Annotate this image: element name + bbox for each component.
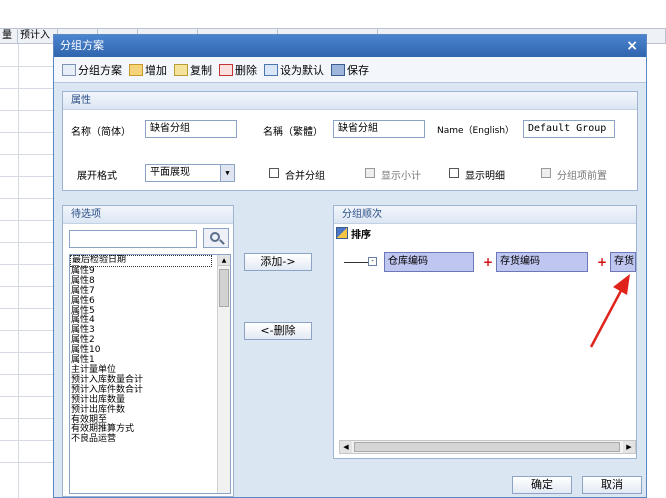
sort-icon [336,227,348,239]
table-icon [62,63,76,76]
scroll-up-icon[interactable]: ▲ [218,255,230,266]
grouping-order-header: 分组顺次 [334,206,636,224]
grid-line [0,88,56,89]
grid-line [0,440,56,441]
grid-line [0,374,56,375]
list-item[interactable]: 预计出库件数 [70,405,230,416]
toolbar-label: 增加 [145,63,167,77]
grid-line [0,66,56,67]
grid-line [0,176,56,177]
search-input[interactable] [69,230,197,248]
scroll-right-icon[interactable]: ▶ [623,441,635,453]
column-header[interactable]: 预计入 [18,29,58,43]
delete-button[interactable]: 删除 [219,62,257,78]
plus-icon: + [597,255,608,269]
grid-line [0,110,56,111]
search-icon-handle [219,239,225,245]
merge-group-checkbox[interactable] [269,168,279,178]
add-to-group-button[interactable]: 添加-> [244,253,312,271]
expand-mode-label: 展开格式 [77,171,117,182]
grid-line [0,220,56,221]
grid-line [18,44,19,498]
properties-header: 属性 [63,92,637,110]
grid-line [0,286,56,287]
candidates-panel: 待选项 最后检验日期 属性9 属性8 属性7 属性6 属性5 属性4 属性3 属… [62,205,234,497]
default-icon [264,63,278,76]
group-chip[interactable]: 仓库编码 [384,252,474,272]
group-front-checkbox[interactable] [541,168,551,178]
grid-line [0,242,56,243]
properties-panel: 属性 名称（简体） 缺省分组 名稱（繁體） 缺省分組 Name（English）… [62,91,638,191]
toolbar-label: 保存 [347,63,369,77]
set-default-button[interactable]: 设为默认 [264,62,324,78]
sort-label: 排序 [351,229,371,241]
grid-line [0,462,56,463]
show-subtotal-label: 显示小计 [381,171,421,182]
grouping-order-panel: 分组顺次 排序 - 仓库编码 + 存货编码 + 存货 ◀ ▶ [333,205,637,459]
name-english-input[interactable]: Default Group [523,120,615,138]
grouping-scrollbar[interactable]: ◀ ▶ [339,440,636,454]
copy-icon [174,63,188,76]
grid-line [0,396,56,397]
grid-line [0,330,56,331]
name-english-label: Name（English） [437,126,515,136]
group-scheme-dialog: 分组方案 × 分组方案 增加 复制 删除 设为默认 保存 属性 名称（简体） 缺… [53,34,647,498]
grid-line [0,264,56,265]
group-chip[interactable]: 存货 [610,252,636,272]
scroll-left-icon[interactable]: ◀ [340,441,352,453]
merge-group-label: 合并分组 [285,171,325,182]
group-scheme-tool[interactable]: 分组方案 [62,62,122,78]
copy-button[interactable]: 复制 [174,62,212,78]
list-scrollbar[interactable]: ▲ [217,255,230,493]
tree-connector [344,262,368,263]
group-chip[interactable]: 存货编码 [496,252,588,272]
save-button[interactable]: 保存 [331,62,369,78]
collapse-icon[interactable]: - [368,257,377,266]
group-front-label: 分组项前置 [557,171,607,182]
sort-button[interactable]: 排序 [336,226,371,241]
name-traditional-input[interactable]: 缺省分組 [333,120,425,138]
show-detail-label: 显示明细 [465,171,505,182]
name-simplified-label: 名称（简体） [71,127,131,138]
grid-line [0,308,56,309]
save-icon [331,63,345,76]
add-folder-icon [129,63,143,76]
cancel-button[interactable]: 取消 [582,476,642,494]
column-header[interactable]: 量 [0,29,18,43]
grid-line [0,418,56,419]
dialog-titlebar[interactable]: 分组方案 × [54,35,646,57]
grid-line [0,352,56,353]
search-button[interactable] [203,228,229,248]
expand-mode-select[interactable]: 平面展现 ▼ [145,164,235,182]
name-simplified-input[interactable]: 缺省分组 [145,120,237,138]
candidate-list[interactable]: 最后检验日期 属性9 属性8 属性7 属性6 属性5 属性4 属性3 属性2 属… [69,254,231,494]
scrollbar-thumb[interactable] [219,269,229,307]
candidates-header: 待选项 [63,206,233,224]
plus-icon: + [483,255,494,269]
remove-from-group-button[interactable]: <-删除 [244,322,312,340]
toolbar-label: 删除 [235,63,257,77]
grid-line [0,198,56,199]
show-subtotal-checkbox[interactable] [365,168,375,178]
show-detail-checkbox[interactable] [449,168,459,178]
dialog-title: 分组方案 [60,39,104,52]
chevron-down-icon[interactable]: ▼ [220,165,234,181]
scrollbar-thumb[interactable] [354,442,620,452]
delete-icon [219,63,233,76]
list-item[interactable]: 不良品运营 [70,434,230,445]
name-traditional-label: 名稱（繁體） [263,127,323,138]
grid-line [0,154,56,155]
toolbar-label: 复制 [190,63,212,77]
grid-line [0,132,56,133]
close-icon[interactable]: × [626,35,638,57]
expand-mode-value: 平面展现 [150,167,190,178]
toolbar-label: 设为默认 [280,63,324,77]
ok-button[interactable]: 确定 [512,476,572,494]
toolbar-label: 分组方案 [78,63,122,77]
add-button[interactable]: 增加 [129,62,167,78]
toolbar: 分组方案 增加 复制 删除 设为默认 保存 [54,57,646,83]
